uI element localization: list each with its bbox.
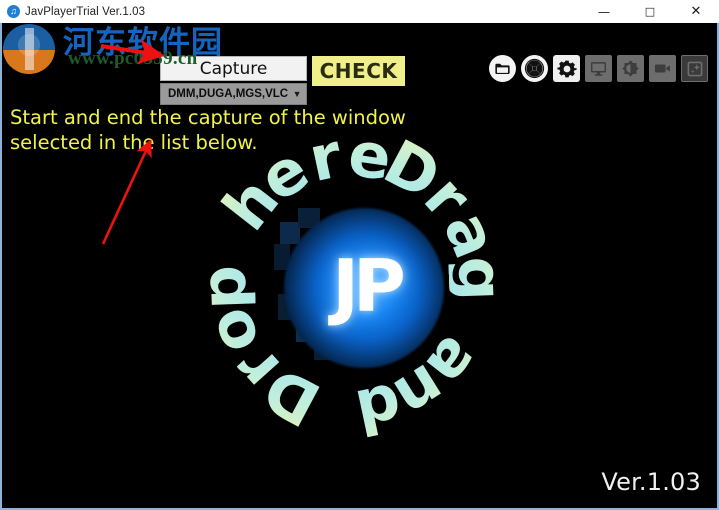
window-controls: — □ ✕ — [581, 0, 719, 23]
contrast-icon[interactable] — [617, 55, 644, 82]
version-label: Ver.1.03 — [601, 468, 701, 496]
minimize-icon: — — [598, 4, 610, 19]
disc-icon[interactable] — [521, 55, 548, 82]
jp-logo: JP — [274, 208, 444, 368]
toolbar — [489, 55, 708, 82]
video-drop-area[interactable]: DragandDrophere JP Start and end the cap… — [0, 23, 719, 510]
source-select[interactable]: DMM,DUGA,MGS,VLC ▼ — [160, 83, 307, 105]
app-window: ♫ JavPlayerTrial Ver.1.03 — □ ✕ DragandD… — [0, 0, 719, 510]
source-select-value: DMM,DUGA,MGS,VLC — [168, 88, 289, 100]
logo-monogram: JP — [332, 244, 406, 328]
monitor-icon[interactable] — [585, 55, 612, 82]
app-icon-glyph: ♫ — [10, 6, 17, 16]
gear-icon[interactable] — [553, 55, 580, 82]
window-title: JavPlayerTrial Ver.1.03 — [25, 5, 146, 18]
watermark-logo — [3, 24, 55, 74]
chevron-down-icon: ▼ — [292, 89, 302, 99]
ring-letter: o — [191, 297, 275, 365]
ring-letter: D — [251, 352, 332, 441]
watermark-url: www.pc0359.cn — [68, 48, 198, 69]
capture-hint-text: Start and end the capture of the window … — [10, 105, 480, 155]
maximize-icon: □ — [644, 5, 656, 18]
folder-icon[interactable] — [489, 55, 516, 82]
maximize-button[interactable]: □ — [627, 0, 673, 23]
app-icon: ♫ — [7, 5, 20, 18]
ring-letter: g — [443, 255, 518, 302]
close-icon: ✕ — [690, 4, 702, 19]
capture-hint-line-2: selected in the list below. — [10, 131, 258, 154]
ring-letter: d — [349, 368, 409, 450]
ring-letter: r — [219, 333, 294, 405]
minimize-button[interactable]: — — [581, 0, 627, 23]
camcorder-icon[interactable] — [649, 55, 676, 82]
ring-letter: h — [208, 164, 294, 244]
close-button[interactable]: ✕ — [673, 0, 719, 23]
capture-hint-line-1: Start and end the capture of the window — [10, 106, 406, 129]
effects-icon[interactable] — [681, 55, 708, 82]
ring-letter: p — [186, 264, 261, 311]
check-button[interactable]: CHECK — [312, 56, 405, 86]
